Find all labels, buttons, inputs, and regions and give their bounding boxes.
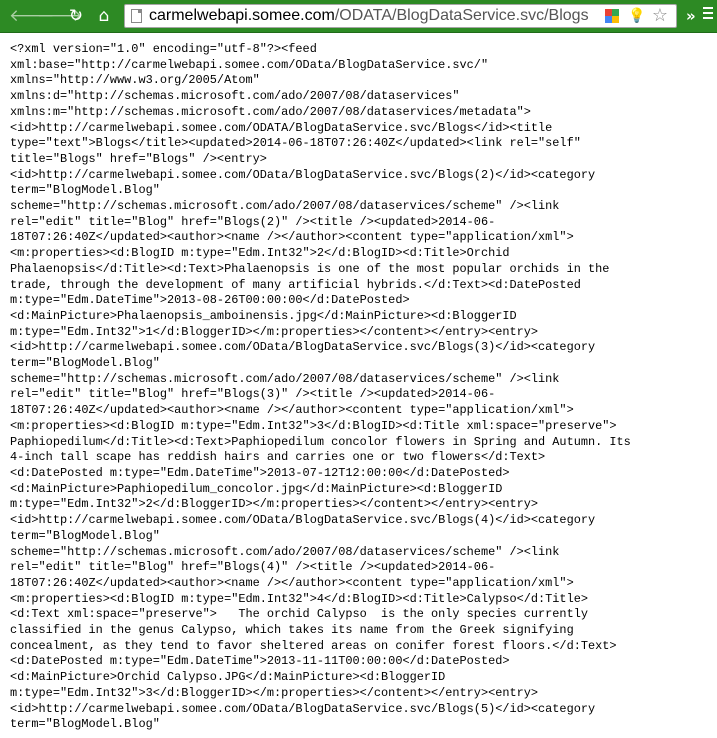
lightbulb-icon[interactable]: 💡	[628, 8, 645, 24]
source-line: xml:base="http://carmelwebapi.somee.com/…	[10, 57, 489, 72]
source-line: type="text">Blogs</title><updated>2014-0…	[10, 136, 581, 151]
source-line: <m:properties><d:BlogID m:type="Edm.Int3…	[10, 246, 510, 261]
source-line: scheme="http://schemas.microsoft.com/ado…	[10, 544, 560, 559]
source-line: rel="edit" title="Blog" href="Blogs(2)" …	[10, 214, 496, 229]
source-line: title="Blogs" href="Blogs" /><entry>	[10, 151, 267, 166]
page-content: <?xml version="1.0" encoding="utf-8"?><f…	[0, 36, 717, 738]
source-line: <id>http://carmelwebapi.somee.com/ODATA/…	[10, 120, 553, 135]
source-line: term="BlogModel.Blog"	[10, 717, 160, 732]
source-line: <id>http://carmelwebapi.somee.com/OData/…	[10, 167, 596, 182]
source-line: <id>http://carmelwebapi.somee.com/OData/…	[10, 513, 596, 528]
source-line: classified in the genus Calypso, which t…	[10, 623, 574, 638]
extension-icon[interactable]	[605, 9, 619, 23]
source-line: m:type="Edm.DateTime">2013-08-26T00:00:0…	[10, 293, 410, 308]
url-text[interactable]: carmelwebapi.somee.com/ODATA/BlogDataSer…	[149, 7, 589, 25]
source-line: xmlns:d="http://schemas.microsoft.com/ad…	[10, 89, 460, 104]
source-line: Phalaenopsis</d:Title><d:Text>Phalaenops…	[10, 261, 610, 276]
source-line: <m:properties><d:BlogID m:type="Edm.Int3…	[10, 591, 588, 606]
reload-icon[interactable]: ↻	[65, 5, 87, 27]
address-bar[interactable]: carmelwebapi.somee.com/ODATA/BlogDataSer…	[124, 4, 677, 28]
source-line: <d:MainPicture>Orchid Calypso.JPG</d:Mai…	[10, 670, 446, 685]
source-line: <d:MainPicture>Paphiopedilum_concolor.jp…	[10, 481, 503, 496]
menu-icon[interactable]	[703, 7, 713, 27]
source-line: <d:DatePosted m:type="Edm.DateTime">2013…	[10, 654, 510, 669]
source-line: xmlns:m="http://schemas.microsoft.com/ad…	[10, 104, 531, 119]
forward-icon[interactable]: 🡒	[37, 5, 83, 27]
source-line: 18T07:26:40Z</updated><author><name /></…	[10, 403, 574, 418]
source-line: 18T07:26:40Z</updated><author><name /></…	[10, 575, 574, 590]
source-line: 18T07:26:40Z</updated><author><name /></…	[10, 230, 574, 245]
source-line: trade, through the development of many a…	[10, 277, 581, 292]
more-icon[interactable]: »	[686, 6, 700, 26]
source-line: <d:MainPicture>Phalaenopsis_amboinensis.…	[10, 308, 517, 323]
source-line: 4-inch tall scape has reddish hairs and …	[10, 450, 546, 465]
source-line: <id>http://carmelwebapi.somee.com/OData/…	[10, 340, 596, 355]
url-path: /ODATA/BlogDataService.svc/Blogs	[334, 7, 589, 24]
source-line: concealment, as they tend to favor shelt…	[10, 638, 617, 653]
source-line: <?xml version="1.0" encoding="utf-8"?><f…	[10, 42, 317, 56]
source-line: rel="edit" title="Blog" href="Blogs(4)" …	[10, 560, 496, 575]
home-icon[interactable]: ⌂	[93, 5, 115, 27]
xml-source: <?xml version="1.0" encoding="utf-8"?><f…	[0, 36, 717, 733]
source-line: xmlns="http://www.w3.org/2005/Atom"	[10, 73, 260, 88]
source-line: scheme="http://schemas.microsoft.com/ado…	[10, 199, 560, 214]
source-line: <m:properties><d:BlogID m:type="Edm.Int3…	[10, 418, 617, 433]
source-line: scheme="http://schemas.microsoft.com/ado…	[10, 371, 560, 386]
source-line: term="BlogModel.Blog"	[10, 528, 160, 543]
source-line: Paphiopedilum</d:Title><d:Text>Paphioped…	[10, 434, 631, 449]
source-line: term="BlogModel.Blog"	[10, 183, 160, 198]
source-line: term="BlogModel.Blog"	[10, 356, 160, 371]
page-icon	[131, 9, 142, 23]
source-line: <d:Text xml:space="preserve"> The orchid…	[10, 607, 588, 622]
back-icon[interactable]: 🡐	[9, 5, 55, 27]
browser-toolbar: 🡐 🡒 ↻ ⌂ carmelwebapi.somee.com/ODATA/Blo…	[0, 0, 717, 33]
source-line: <d:DatePosted m:type="Edm.DateTime">2013…	[10, 465, 510, 480]
source-line: rel="edit" title="Blog" href="Blogs(3)" …	[10, 387, 496, 402]
star-icon[interactable]: ☆	[651, 6, 669, 26]
source-line: <id>http://carmelwebapi.somee.com/OData/…	[10, 701, 596, 716]
source-line: m:type="Edm.Int32">1</d:BloggerID></m:pr…	[10, 324, 539, 339]
url-host: carmelwebapi.somee.com	[149, 7, 335, 24]
source-line: m:type="Edm.Int32">2</d:BloggerID></m:pr…	[10, 497, 539, 512]
source-line: m:type="Edm.Int32">3</d:BloggerID></m:pr…	[10, 685, 539, 700]
